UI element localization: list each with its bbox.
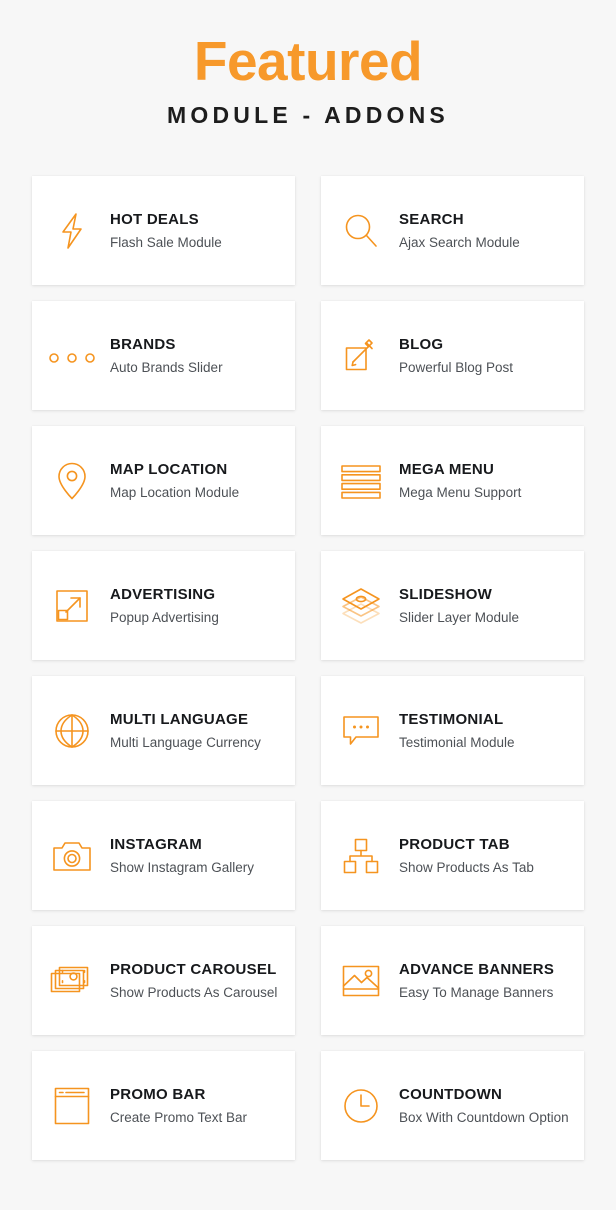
module-card-text: COUNTDOWN Box With Countdown Option	[393, 1085, 584, 1126]
module-title: ADVANCE BANNERS	[399, 961, 555, 978]
module-description: Multi Language Currency	[110, 735, 261, 750]
module-description: Show Products As Tab	[399, 860, 534, 875]
module-title: SLIDESHOW	[399, 586, 493, 603]
module-card[interactable]: MEGA MENU Mega Menu Support	[321, 426, 584, 535]
image-icon	[329, 953, 393, 1009]
module-description: Map Location Module	[110, 485, 240, 500]
module-card-text: PROMO BAR Create Promo Text Bar	[104, 1085, 295, 1126]
module-card[interactable]: PRODUCT TAB Show Products As Tab	[321, 801, 584, 910]
module-title: PROMO BAR	[110, 1086, 206, 1103]
page-title: Featured	[193, 30, 423, 92]
module-card[interactable]: MULTI LANGUAGE Multi Language Currency	[32, 676, 295, 785]
module-card[interactable]: TESTIMONIAL Testimonial Module	[321, 676, 584, 785]
module-card-text: PRODUCT TAB Show Products As Tab	[393, 835, 584, 876]
globe-icon	[40, 703, 104, 759]
module-title: MAP LOCATION	[110, 461, 228, 478]
page-subtitle: MODULE - ADDONS	[167, 102, 449, 128]
module-description: Testimonial Module	[399, 735, 515, 750]
module-title: SEARCH	[399, 211, 464, 228]
lightning-bolt-icon	[40, 203, 104, 259]
clock-icon	[329, 1078, 393, 1134]
module-card-text: TESTIMONIAL Testimonial Module	[393, 710, 584, 751]
module-title: TESTIMONIAL	[399, 711, 504, 728]
module-title: MEGA MENU	[399, 461, 495, 478]
module-card[interactable]: BLOG Powerful Blog Post	[321, 301, 584, 410]
module-card-text: HOT DEALS Flash Sale Module	[104, 210, 295, 251]
module-card[interactable]: HOT DEALS Flash Sale Module	[32, 176, 295, 285]
module-description: Powerful Blog Post	[399, 360, 514, 375]
module-description: Ajax Search Module	[399, 235, 520, 250]
module-title: MULTI LANGUAGE	[110, 711, 249, 728]
module-card-text: ADVERTISING Popup Advertising	[104, 585, 295, 626]
module-title: ADVERTISING	[110, 586, 216, 603]
module-card-text: INSTAGRAM Show Instagram Gallery	[104, 835, 295, 876]
module-description: Box With Countdown Option	[399, 1110, 569, 1125]
module-card-text: MEGA MENU Mega Menu Support	[393, 460, 584, 501]
module-title: INSTAGRAM	[110, 836, 202, 853]
module-title: PRODUCT CAROUSEL	[110, 961, 277, 978]
module-card[interactable]: SLIDESHOW Slider Layer Module	[321, 551, 584, 660]
module-card[interactable]: ADVERTISING Popup Advertising	[32, 551, 295, 660]
module-card-text: BLOG Powerful Blog Post	[393, 335, 584, 376]
module-card[interactable]: COUNTDOWN Box With Countdown Option	[321, 1051, 584, 1160]
camera-icon	[40, 828, 104, 884]
module-title: BLOG	[399, 336, 444, 353]
module-description: Slider Layer Module	[399, 610, 520, 625]
module-description: Create Promo Text Bar	[110, 1110, 248, 1125]
module-card[interactable]: PROMO BAR Create Promo Text Bar	[32, 1051, 295, 1160]
module-title: BRANDS	[110, 336, 176, 353]
menu-bars-icon	[329, 453, 393, 509]
modules-grid: HOT DEALS Flash Sale Module SEARCH Ajax Sea…	[32, 176, 584, 1160]
featured-modules-page: Featured MODULE - ADDONS HOT DEALS Flash …	[0, 0, 616, 1210]
module-card-text: PRODUCT CAROUSEL Show Products As Carouse…	[104, 960, 295, 1001]
module-title: COUNTDOWN	[399, 1086, 503, 1103]
module-card-text: SEARCH Ajax Search Module	[393, 210, 584, 251]
stacked-cards-icon	[40, 953, 104, 1009]
module-card-text: MULTI LANGUAGE Multi Language Currency	[104, 710, 295, 751]
module-card[interactable]: INSTAGRAM Show Instagram Gallery	[32, 801, 295, 910]
sitemap-icon	[329, 828, 393, 884]
module-card[interactable]: MAP LOCATION Map Location Module	[32, 426, 295, 535]
expand-arrow-icon	[40, 578, 104, 634]
module-description: Easy To Manage Banners	[399, 985, 554, 1000]
module-description: Auto Brands Slider	[110, 360, 223, 375]
module-card-text: BRANDS Auto Brands Slider	[104, 335, 295, 376]
magnifier-icon	[329, 203, 393, 259]
module-card-text: MAP LOCATION Map Location Module	[104, 460, 295, 501]
pencil-square-icon	[329, 328, 393, 384]
page-header: Featured MODULE - ADDONS	[0, 0, 616, 129]
module-card[interactable]: ADVANCE BANNERS Easy To Manage Banners	[321, 926, 584, 1035]
module-title: HOT DEALS	[110, 211, 199, 228]
layers-icon	[329, 578, 393, 634]
module-title: PRODUCT TAB	[399, 836, 510, 853]
module-card[interactable]: PRODUCT CAROUSEL Show Products As Carouse…	[32, 926, 295, 1035]
three-dots-icon	[40, 328, 104, 384]
module-card[interactable]: SEARCH Ajax Search Module	[321, 176, 584, 285]
speech-bubble-icon	[329, 703, 393, 759]
module-card-text: ADVANCE BANNERS Easy To Manage Banners	[393, 960, 584, 1001]
module-description: Show Instagram Gallery	[110, 860, 255, 875]
map-pin-icon	[40, 453, 104, 509]
module-description: Popup Advertising	[110, 610, 219, 625]
browser-window-icon	[40, 1078, 104, 1134]
module-description: Flash Sale Module	[110, 235, 222, 250]
module-card[interactable]: BRANDS Auto Brands Slider	[32, 301, 295, 410]
module-card-text: SLIDESHOW Slider Layer Module	[393, 585, 584, 626]
module-description: Mega Menu Support	[399, 485, 522, 500]
module-description: Show Products As Carousel	[110, 985, 278, 1000]
